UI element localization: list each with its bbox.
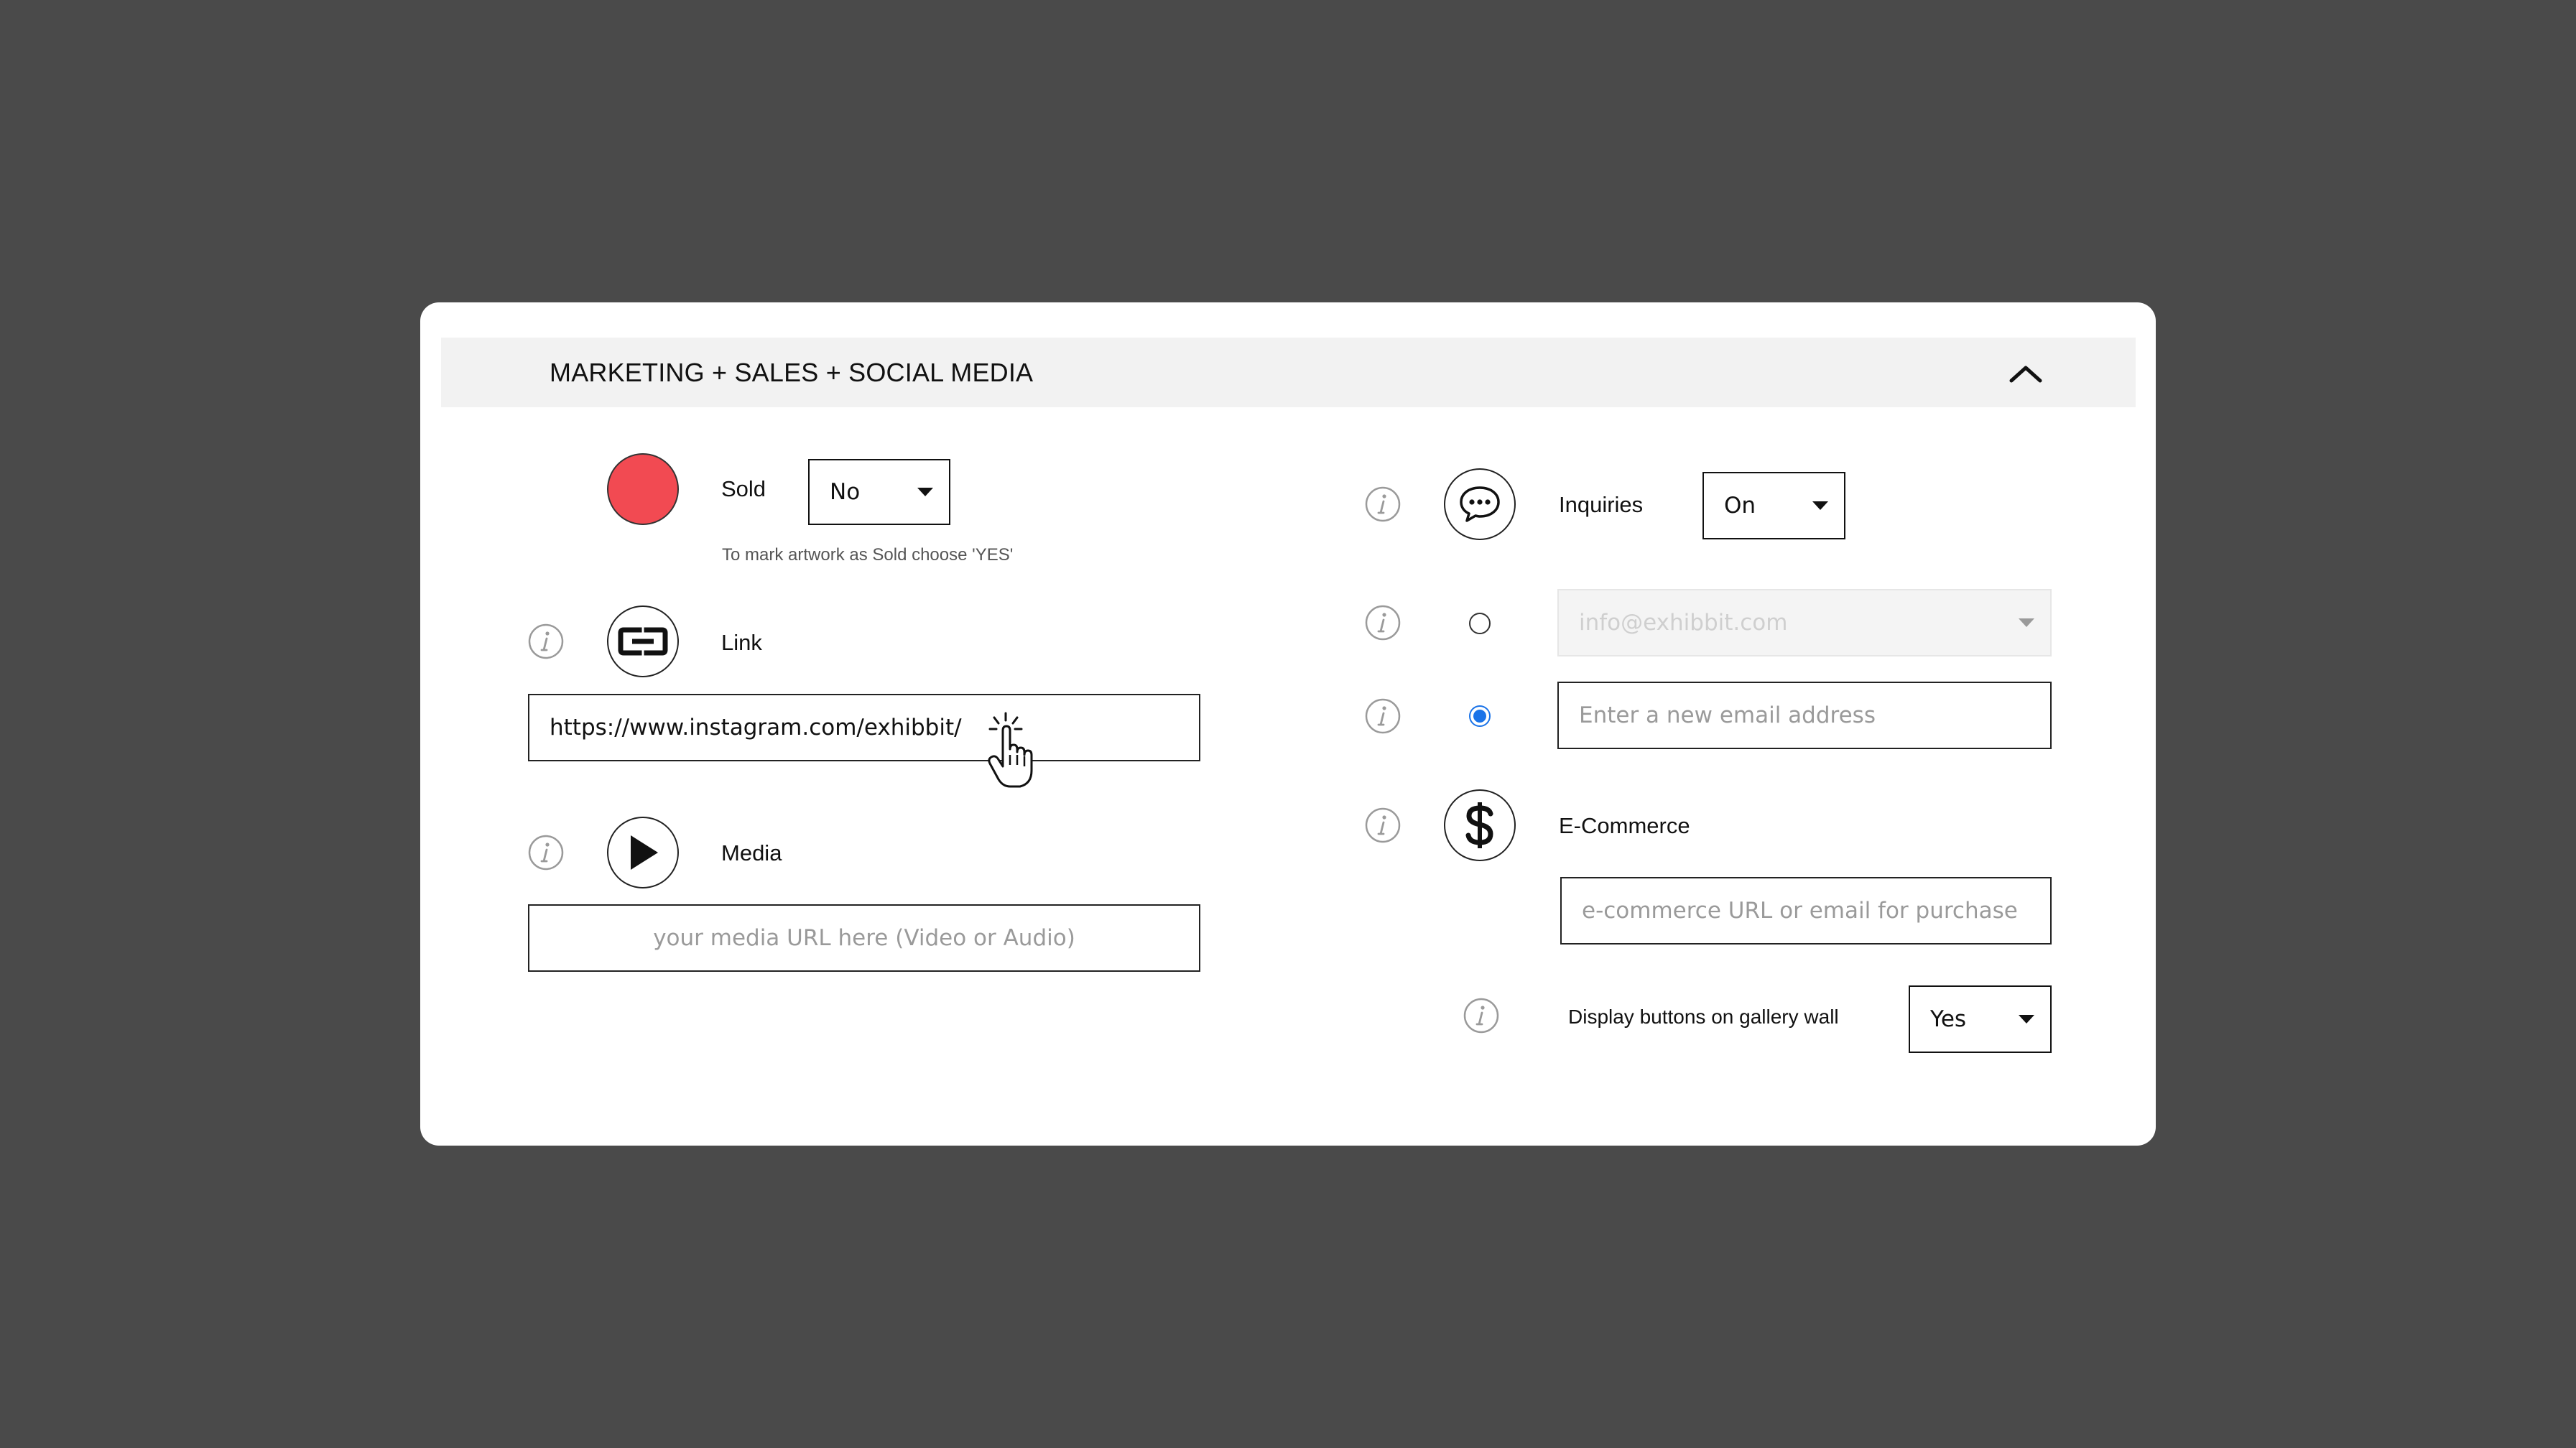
sold-status-indicator <box>607 453 679 525</box>
link-url-input[interactable]: https://www.instagram.com/exhibbit/ <box>528 694 1200 761</box>
info-icon[interactable] <box>1365 807 1401 843</box>
link-icon <box>607 605 679 677</box>
sold-hint: To mark artwork as Sold choose 'YES' <box>722 545 1014 565</box>
marketing-panel: MARKETING + SALES + SOCIAL MEDIA Sold No… <box>420 302 2156 1146</box>
info-icon[interactable] <box>1365 605 1401 641</box>
chevron-up-icon[interactable] <box>2004 359 2047 388</box>
existing-email-value: info@exhibbit.com <box>1579 610 1788 636</box>
media-url-input[interactable]: your media URL here (Video or Audio) <box>528 904 1200 972</box>
inquiries-label: Inquiries <box>1559 492 1644 517</box>
info-icon[interactable] <box>1365 486 1401 522</box>
dollar-icon <box>1444 789 1516 861</box>
media-url-placeholder: your media URL here (Video or Audio) <box>653 925 1075 951</box>
new-email-input[interactable]: Enter a new email address <box>1557 682 2052 749</box>
ecommerce-url-input[interactable]: e-commerce URL or email for purchase <box>1560 877 2052 945</box>
display-buttons-select-value: Yes <box>1930 1006 1967 1032</box>
sold-select[interactable]: No <box>808 459 950 525</box>
inquiries-select[interactable]: On <box>1702 472 1845 539</box>
chat-bubble-icon <box>1444 468 1516 540</box>
new-email-placeholder: Enter a new email address <box>1579 702 1876 728</box>
link-url-value: https://www.instagram.com/exhibbit/ <box>550 715 962 741</box>
caret-down-icon <box>2019 1015 2034 1024</box>
inquiries-select-value: On <box>1724 493 1756 519</box>
info-icon[interactable] <box>528 835 564 871</box>
caret-down-icon <box>917 488 933 496</box>
section-title: MARKETING + SALES + SOCIAL MEDIA <box>550 358 1034 387</box>
info-icon[interactable] <box>528 623 564 659</box>
caret-down-icon <box>2019 618 2034 627</box>
existing-email-select[interactable]: info@exhibbit.com <box>1557 589 2052 656</box>
display-buttons-label: Display buttons on gallery wall <box>1568 1006 1839 1028</box>
info-icon[interactable] <box>1365 698 1401 734</box>
sold-label: Sold <box>721 476 766 501</box>
existing-email-radio[interactable] <box>1469 613 1491 634</box>
caret-down-icon <box>1812 501 1828 510</box>
ecommerce-url-placeholder: e-commerce URL or email for purchase <box>1582 898 2018 924</box>
media-label: Media <box>721 840 782 865</box>
play-icon <box>607 817 679 888</box>
sold-select-value: No <box>830 479 861 505</box>
ecommerce-label: E-Commerce <box>1559 813 1690 838</box>
pointer-cursor-icon <box>984 712 1049 791</box>
new-email-radio[interactable] <box>1469 705 1491 727</box>
link-label: Link <box>721 630 762 655</box>
info-icon[interactable] <box>1463 998 1499 1034</box>
section-header[interactable]: MARKETING + SALES + SOCIAL MEDIA <box>441 338 2136 407</box>
display-buttons-select[interactable]: Yes <box>1909 985 2052 1053</box>
